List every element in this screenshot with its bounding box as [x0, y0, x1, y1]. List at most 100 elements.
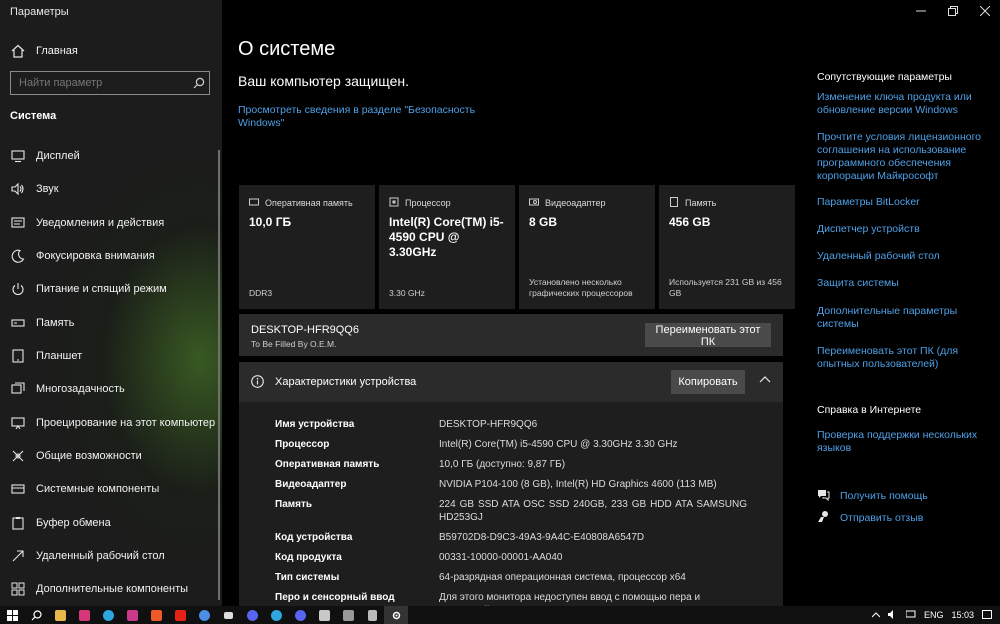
card-value: 456 GB [669, 215, 711, 229]
sidebar-scrollbar[interactable] [218, 150, 220, 600]
youtube-icon[interactable] [168, 606, 192, 624]
start-icon[interactable] [0, 606, 24, 624]
sidebar-item-label: Уведомления и действия [36, 217, 165, 229]
sidebar-item-power[interactable]: Питание и спящий режим [0, 276, 222, 302]
related-link-product-key[interactable]: Изменение ключа продукта или обновление … [817, 91, 989, 117]
related-link-system-protection[interactable]: Защита системы [817, 277, 989, 290]
sidebar-item-tablet[interactable]: Планшет [0, 343, 222, 369]
maximize-button[interactable] [938, 0, 968, 22]
spec-value: 64-разрядная операционная система, проце… [439, 572, 686, 583]
sidebar-item-label: Звук [36, 183, 59, 195]
online-help-heading: Справка в Интернете [817, 404, 922, 416]
extra-icon [10, 581, 26, 597]
sidebar-item-label: Общие возможности [36, 450, 142, 462]
help-link-languages[interactable]: Проверка поддержки нескольких языков [817, 429, 989, 455]
search-input[interactable] [11, 76, 189, 90]
app-icon[interactable] [336, 606, 360, 624]
app-icon[interactable] [312, 606, 336, 624]
instagram-icon[interactable] [72, 606, 96, 624]
card-subtext: 3.30 GHz [389, 288, 425, 298]
brave-icon[interactable] [144, 606, 168, 624]
search-box[interactable] [10, 71, 210, 95]
search-icon[interactable] [24, 606, 48, 624]
sidebar-item-sound[interactable]: Звук [0, 176, 222, 202]
network-icon[interactable] [905, 610, 916, 621]
sidebar-item-remote-desktop[interactable]: Удаленный рабочий стол [0, 543, 222, 569]
sidebar-item-shared[interactable]: Общие возможности [0, 443, 222, 469]
minimize-button[interactable] [906, 0, 936, 22]
explorer-icon[interactable] [48, 606, 72, 624]
clipboard-icon [10, 515, 26, 531]
settings-icon[interactable] [384, 606, 408, 624]
spec-key: Оперативная память [275, 459, 380, 470]
rename-pc-button[interactable]: Переименовать этот ПК [645, 323, 771, 348]
related-link-remote-desktop[interactable]: Удаленный рабочий стол [817, 250, 989, 263]
card-heading: Оперативная память [265, 198, 353, 208]
language-indicator[interactable]: ENG [924, 610, 944, 620]
telegram-icon[interactable] [96, 606, 120, 624]
discord-icon[interactable] [288, 606, 312, 624]
sound-tray-icon[interactable] [887, 609, 898, 621]
spec-cards: Оперативная память 10,0 ГБ DDR3 Процессо… [239, 185, 795, 309]
spec-value: B59702D8-D9C3-49A3-9A4C-E40808A6547D [439, 532, 645, 543]
sidebar-home-label: Главная [36, 45, 78, 57]
device-specs-title: Характеристики устройства [275, 376, 417, 388]
copy-button[interactable]: Копировать [671, 370, 745, 394]
sidebar-item-notifications[interactable]: Уведомления и действия [0, 210, 222, 236]
chevron-up-icon[interactable] [871, 610, 881, 620]
spec-key: Код продукта [275, 552, 342, 563]
sidebar-item-home[interactable]: Главная [0, 38, 222, 64]
instagram-icon[interactable] [120, 606, 144, 624]
ram-icon [249, 197, 259, 209]
spec-value: 224 GB SSD ATA OSC SSD 240GB, 233 GB HDD… [439, 499, 747, 523]
system-tray: ENG 15:03 [871, 606, 1000, 624]
chevron-up-icon[interactable] [759, 374, 771, 389]
steam-icon[interactable] [216, 606, 240, 624]
spec-key: Имя устройства [275, 419, 355, 430]
sidebar-item-components[interactable]: Системные компоненты [0, 476, 222, 502]
chrome-icon[interactable] [192, 606, 216, 624]
sidebar-item-label: Удаленный рабочий стол [36, 550, 165, 562]
sidebar-item-storage[interactable]: Память [0, 310, 222, 336]
sidebar-item-display[interactable]: Дисплей [0, 143, 222, 169]
telegram-icon[interactable] [264, 606, 288, 624]
ram-card: Оперативная память 10,0 ГБ DDR3 [239, 185, 375, 309]
sidebar-item-label: Дисплей [36, 150, 80, 162]
card-subtext: Установлено несколько графических процес… [529, 277, 633, 298]
sidebar-item-projecting[interactable]: Проецирование на этот компьютер [0, 410, 222, 436]
search-icon[interactable] [189, 77, 209, 89]
device-specs-body: Имя устройства DESKTOP-HFR9QQ6 Процессор… [239, 402, 783, 606]
pen-icon[interactable] [360, 606, 384, 624]
info-icon [251, 375, 264, 391]
security-details-link[interactable]: Просмотреть сведения в разделе "Безопасн… [238, 104, 478, 130]
feedback-link[interactable]: Отправить отзыв [817, 510, 923, 526]
cpu-card: Процессор Intel(R) Core(TM) i5-4590 CPU … [379, 185, 515, 309]
spec-key: Память [275, 499, 313, 510]
sidebar-item-clipboard[interactable]: Буфер обмена [0, 510, 222, 536]
notifications-icon[interactable] [982, 609, 992, 621]
related-link-advanced-settings[interactable]: Дополнительные параметры системы [817, 305, 989, 331]
card-heading: Процессор [405, 198, 451, 208]
related-link-bitlocker[interactable]: Параметры BitLocker [817, 196, 989, 209]
related-settings-heading: Сопутствующие параметры [817, 71, 952, 83]
close-button[interactable] [970, 0, 1000, 22]
sidebar-item-multitasking[interactable]: Многозадачность [0, 376, 222, 402]
related-link-device-manager[interactable]: Диспетчер устройств [817, 223, 989, 236]
device-specs-header[interactable]: Характеристики устройства Копировать [239, 362, 783, 402]
get-help-link[interactable]: Получить помощь [817, 488, 928, 504]
sidebar-item-focus[interactable]: Фокусировка внимания [0, 243, 222, 269]
discord-icon[interactable] [240, 606, 264, 624]
moon-icon [10, 248, 26, 264]
sidebar-section-title: Система [10, 110, 57, 122]
cpu-icon [389, 197, 399, 209]
gpu-card: Видеоадаптер 8 GB Установлено несколько … [519, 185, 655, 309]
pc-oem: To Be Filled By O.E.M. [251, 339, 337, 349]
sidebar-item-optional-features[interactable]: Дополнительные компоненты [0, 576, 222, 602]
taskbar: ENG 15:03 [0, 606, 1000, 624]
related-link-rename-advanced[interactable]: Переименовать этот ПК (для опытных польз… [817, 345, 989, 371]
related-link-license[interactable]: Прочтите условия лицензионного соглашени… [817, 131, 989, 183]
spec-value: Intel(R) Core(TM) i5-4590 CPU @ 3.30GHz … [439, 439, 678, 450]
clock[interactable]: 15:03 [951, 610, 974, 620]
card-heading: Видеоадаптер [545, 198, 606, 208]
storage-card: Память 456 GB Используется 231 GB из 456… [659, 185, 795, 309]
